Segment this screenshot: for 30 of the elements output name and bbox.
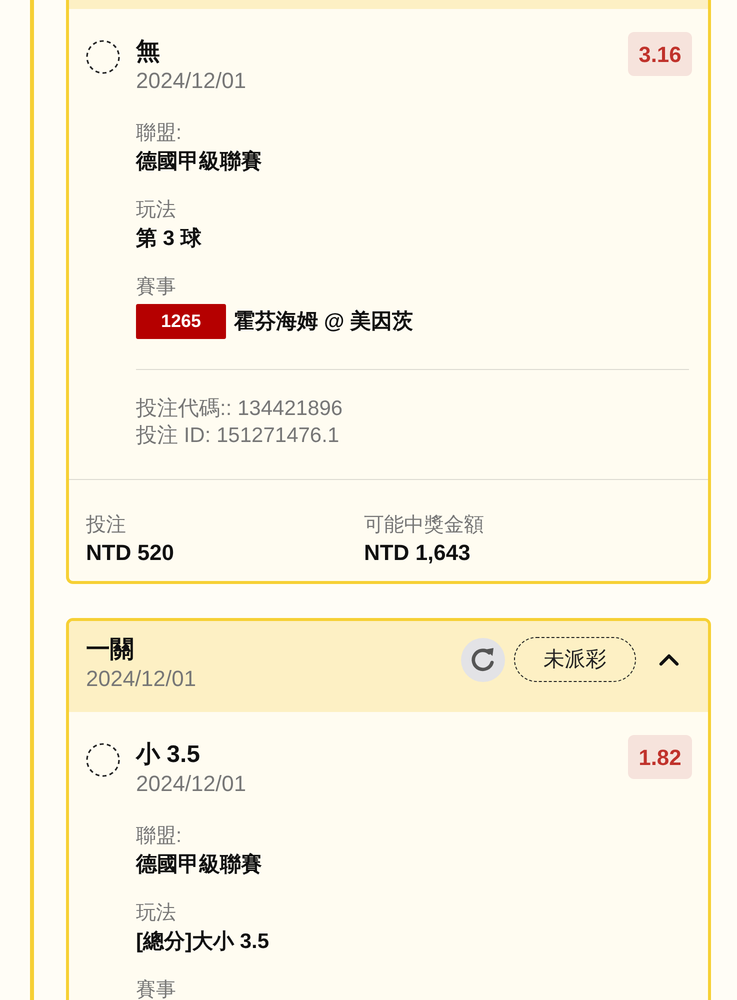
bet-id: 投注 ID: 151271476.1 [136,423,340,449]
status-badge: 未派彩 [514,637,636,682]
stake-amount: NTD 520 [86,539,176,566]
detail-label: 聯盟: [136,123,183,143]
detail-value: 德國甲級聯賽 [136,148,263,175]
dashed-circle-icon [86,743,120,777]
payout-label: 可能中獎金額 [364,513,485,538]
detail-value: 德國甲級聯賽 [136,852,263,878]
odds-badge: 1.82 [628,735,692,779]
bet-code: 投注代碼:: 134421896 [136,396,344,422]
selection-date: 2024/12/01 [136,67,248,95]
dashed-circle-icon [86,40,120,74]
event-name: 霍芬海姆 @ 美因茨 [234,308,414,334]
payout-amount: NTD 1,643 [364,539,472,566]
detail-label: 玩法 [136,200,177,220]
refresh-icon[interactable] [461,638,505,682]
event-number-badge: 1265 [136,304,226,339]
detail-label: 賽事 [136,277,177,297]
ticket-date: 2024/12/01 [86,665,196,693]
ticket-title: 一關 [86,635,135,665]
odds-badge: 3.16 [628,32,692,76]
detail-label: 玩法 [136,903,177,923]
detail-value: [總分]大小 3.5 [136,929,270,955]
detail-label: 賽事 [136,980,177,1000]
detail-value: 第 3 球 [136,226,202,252]
selection-title: 無 [136,37,161,67]
detail-label: 聯盟: [136,826,183,846]
selection-title: 小 3.5 [136,740,202,770]
selection-date: 2024/12/01 [136,770,248,798]
stake-label: 投注 [86,513,127,538]
